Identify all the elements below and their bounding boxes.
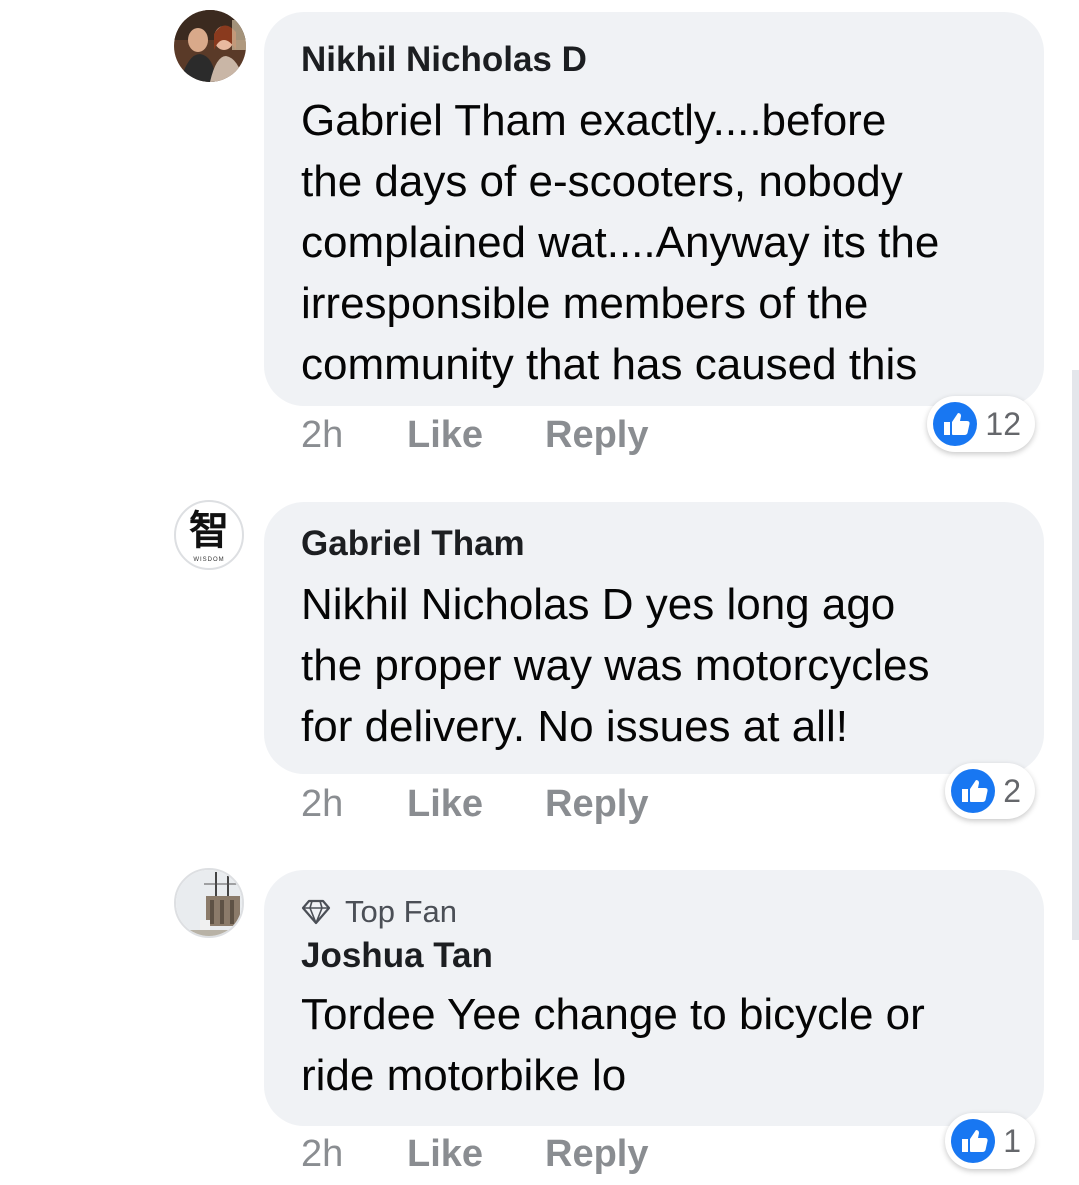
avatar-glyph: 智 [189, 507, 229, 554]
comment-timestamp[interactable]: 2h [301, 1133, 407, 1176]
badge-label: Top Fan [345, 894, 458, 929]
reaction-count-pill[interactable]: 2 [945, 763, 1035, 819]
comment-author[interactable]: Gabriel Tham [301, 522, 1014, 566]
comment-line: the proper way was motorcycles [301, 641, 930, 690]
comment-line: complained wat....Anyway its the [301, 218, 940, 267]
comment-line: community that has caused this [301, 340, 918, 389]
reaction-count: 1 [1003, 1122, 1021, 1159]
diamond-icon [301, 899, 331, 925]
avatar[interactable] [174, 10, 246, 82]
scrollbar-track[interactable] [1072, 370, 1079, 940]
reply-button[interactable]: Reply [545, 783, 648, 826]
comment-line: Nikhil Nicholas D yes long ago [301, 580, 896, 629]
avatar-photo-icon [176, 870, 242, 936]
comment-bubble: Gabriel Tham Nikhil Nicholas D yes long … [264, 502, 1044, 774]
avatar[interactable] [174, 868, 244, 938]
comment-actions: 2h Like Reply [301, 414, 648, 457]
comment-text: Nikhil Nicholas D yes long ago the prope… [301, 574, 1014, 757]
reaction-count-pill[interactable]: 1 [945, 1113, 1035, 1169]
top-fan-badge: Top Fan [301, 892, 1014, 932]
like-thumb-icon [951, 1119, 996, 1163]
like-button[interactable]: Like [407, 414, 545, 457]
avatar[interactable]: 智 WISDOM [174, 500, 244, 570]
comment-line: Tordee Yee change to bicycle or [301, 990, 925, 1039]
comment-actions: 2h Like Reply [301, 1133, 648, 1176]
reply-button[interactable]: Reply [545, 414, 648, 457]
comment-text: Tordee Yee change to bicycle or ride mot… [301, 984, 1014, 1106]
comment-bubble: Top Fan Joshua Tan Tordee Yee change to … [264, 870, 1044, 1126]
comment-actions: 2h Like Reply [301, 783, 648, 826]
comment-bubble: Nikhil Nicholas D Gabriel Tham exactly..… [264, 12, 1044, 406]
avatar-photo-icon [174, 10, 246, 82]
reaction-count-pill[interactable]: 12 [927, 396, 1035, 452]
comment-timestamp[interactable]: 2h [301, 414, 407, 457]
comment-line: the days of e-scooters, nobody [301, 157, 903, 206]
comment-line: irresponsible members of the [301, 279, 869, 328]
comment-author[interactable]: Nikhil Nicholas D [301, 38, 1014, 82]
comment-line: Gabriel Tham exactly....before [301, 96, 887, 145]
comment-line: for delivery. No issues at all! [301, 702, 848, 751]
comment-timestamp[interactable]: 2h [301, 783, 407, 826]
comment-text: Gabriel Tham exactly....before the days … [301, 90, 1014, 395]
reaction-count: 2 [1003, 772, 1021, 809]
like-thumb-icon [951, 769, 996, 813]
reply-button[interactable]: Reply [545, 1133, 648, 1176]
reaction-count: 12 [985, 405, 1021, 442]
comment-author[interactable]: Joshua Tan [301, 934, 1014, 978]
like-thumb-icon [933, 402, 978, 446]
avatar-caption: WISDOM [193, 557, 225, 563]
comment-line: ride motorbike lo [301, 1051, 627, 1100]
like-button[interactable]: Like [407, 783, 545, 826]
like-button[interactable]: Like [407, 1133, 545, 1176]
